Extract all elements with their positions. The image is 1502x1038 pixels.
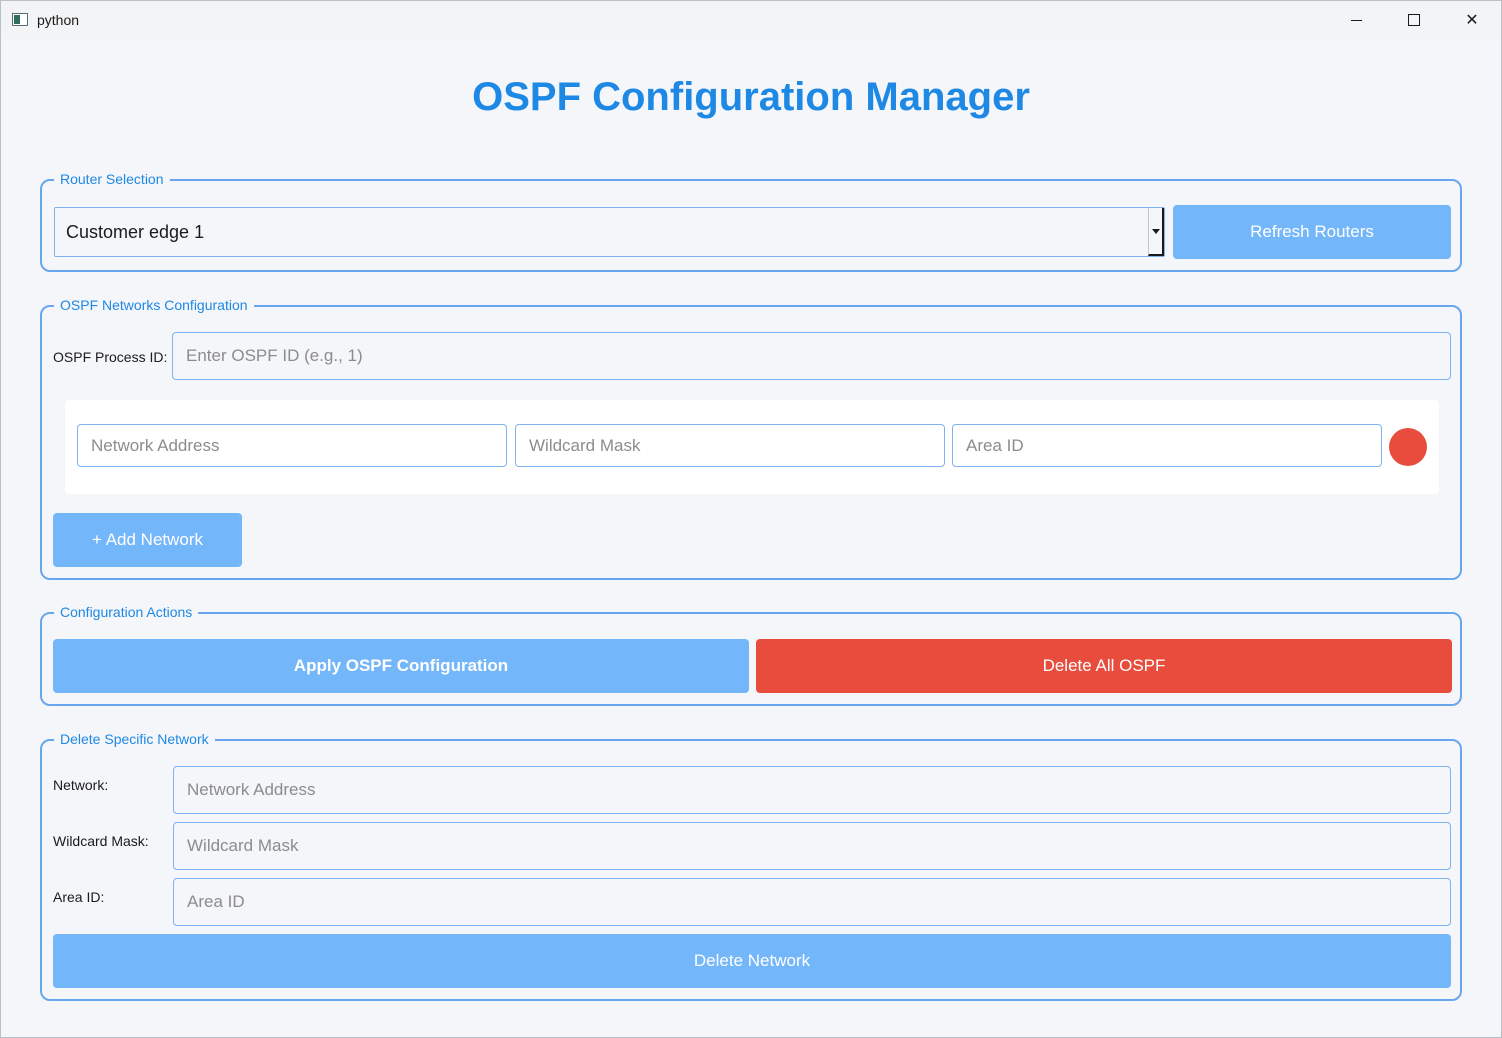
minimize-button[interactable] (1327, 1, 1385, 39)
router-select[interactable]: Customer edge 1 (54, 207, 1165, 257)
delete-area-id-input[interactable] (173, 878, 1451, 926)
configuration-actions-label: Configuration Actions (54, 604, 199, 620)
ospf-process-id-label: OSPF Process ID: (53, 349, 168, 365)
delete-network-address-input[interactable] (173, 766, 1451, 814)
wildcard-mask-input[interactable] (515, 424, 945, 467)
delete-wildcard-mask-label: Wildcard Mask: (53, 833, 149, 849)
python-app-icon (12, 13, 28, 26)
router-selection-label: Router Selection (54, 171, 170, 187)
minimize-icon (1350, 19, 1362, 21)
add-network-button[interactable]: + Add Network (53, 513, 242, 567)
delete-network-label: Network: (53, 777, 109, 793)
app-window: python ✕ OSPF Configuration Manager Rout… (0, 0, 1502, 1038)
remove-network-button[interactable] (1389, 428, 1427, 466)
page-title: OSPF Configuration Manager (472, 75, 1030, 119)
refresh-routers-button[interactable]: Refresh Routers (1173, 205, 1451, 259)
network-address-input[interactable] (77, 424, 507, 467)
ospf-networks-label: OSPF Networks Configuration (54, 297, 254, 313)
area-id-input[interactable] (952, 424, 1382, 467)
delete-network-button[interactable]: Delete Network (53, 934, 1451, 988)
close-icon: ✕ (1465, 12, 1479, 29)
delete-area-id-label: Area ID: (53, 889, 105, 905)
configuration-actions-group: Configuration Actions Apply OSPF Configu… (40, 604, 1462, 706)
window-title: python (37, 12, 80, 28)
delete-specific-network-group: Delete Specific Network Network: Wildcar… (40, 731, 1462, 1001)
close-button[interactable]: ✕ (1443, 1, 1501, 39)
delete-wildcard-mask-input[interactable] (173, 822, 1451, 870)
ospf-networks-group: OSPF Networks Configuration OSPF Process… (40, 297, 1462, 580)
title-bar: python ✕ (1, 1, 1501, 39)
network-entry-row (65, 400, 1439, 494)
router-select-value: Customer edge 1 (66, 221, 205, 242)
dropdown-arrow-icon[interactable] (1148, 208, 1164, 256)
ospf-process-id-input[interactable] (172, 332, 1451, 380)
delete-specific-network-label: Delete Specific Network (54, 731, 215, 747)
router-selection-group: Router Selection Customer edge 1 Refresh… (40, 171, 1462, 272)
delete-all-ospf-button[interactable]: Delete All OSPF (756, 639, 1452, 693)
apply-ospf-configuration-button[interactable]: Apply OSPF Configuration (53, 639, 749, 693)
maximize-button[interactable] (1385, 1, 1443, 39)
maximize-icon (1408, 14, 1420, 26)
